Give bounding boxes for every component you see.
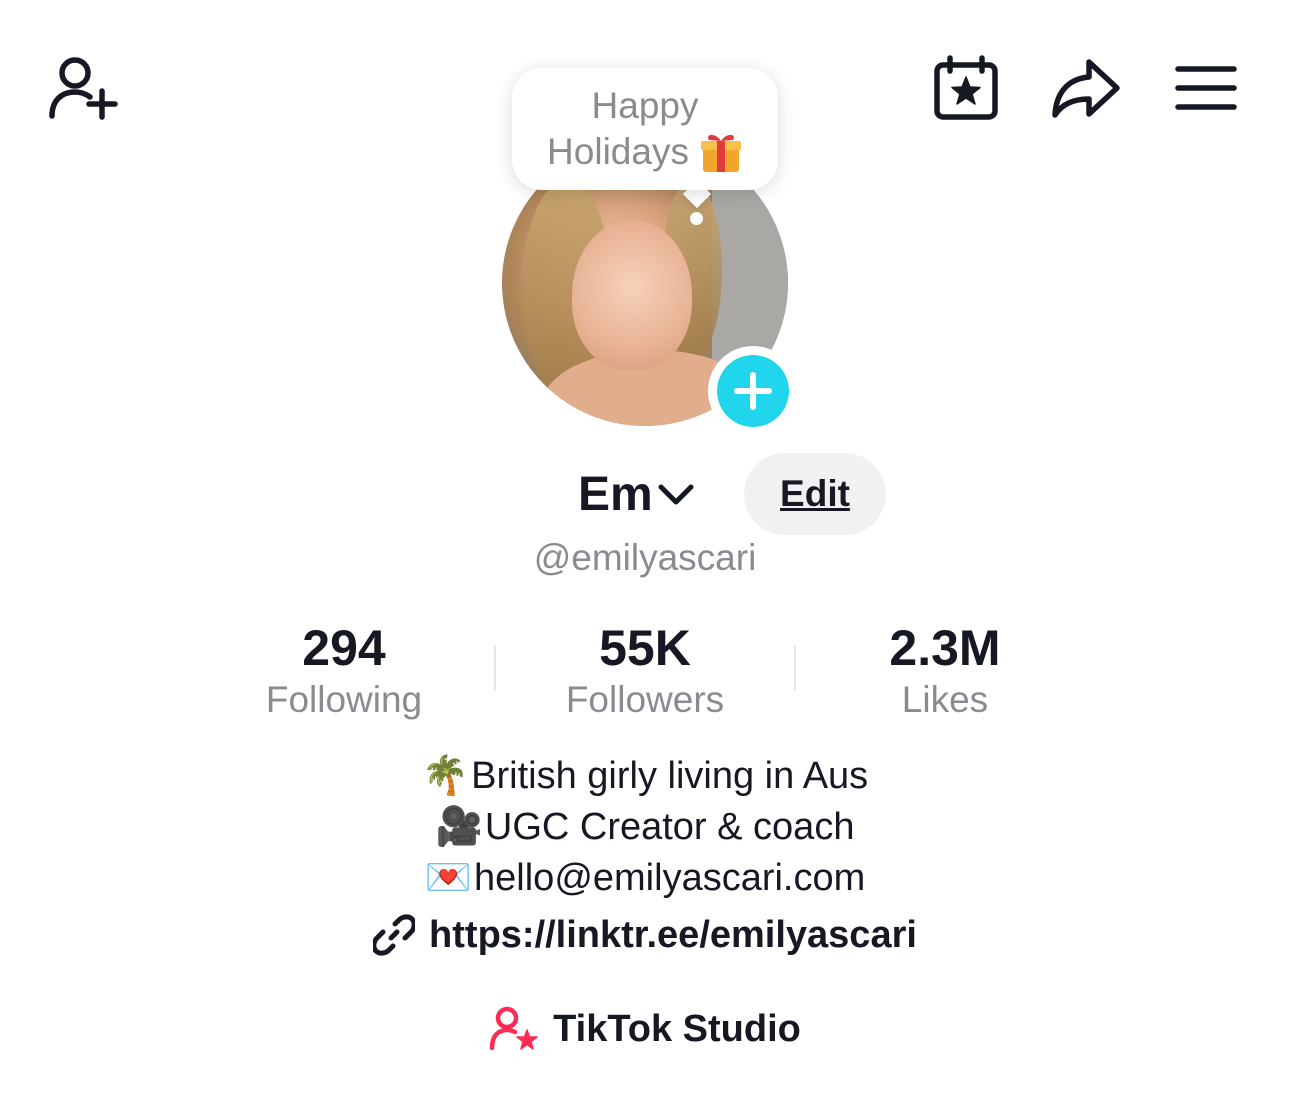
stat-likes[interactable]: 2.3M Likes xyxy=(795,620,1095,722)
edit-profile-button[interactable]: Edit xyxy=(744,453,886,535)
bio-line-3: 💌hello@emilyascari.com xyxy=(0,854,1290,902)
stat-label: Following xyxy=(265,679,423,720)
add-avatar-button[interactable] xyxy=(708,346,798,436)
stat-value: 2.3M xyxy=(889,620,1001,676)
palm-tree-icon: 🌴 xyxy=(421,755,470,797)
stat-value: 55K xyxy=(599,620,691,676)
gift-icon xyxy=(700,134,741,172)
note-bubble-dot xyxy=(690,212,703,225)
chevron-down-icon xyxy=(658,484,694,505)
hamburger-menu-icon xyxy=(1175,66,1237,110)
share-arrow-icon xyxy=(1052,59,1120,118)
link-icon xyxy=(373,914,416,956)
bio-line-1: 🌴British girly living in Aus xyxy=(0,752,1290,800)
bio-text: hello@emilyascari.com xyxy=(474,857,866,899)
note-line-2-text: Holidays xyxy=(547,131,689,172)
plus-icon xyxy=(734,372,772,410)
account-switcher-button[interactable] xyxy=(657,478,695,515)
stat-label: Likes xyxy=(901,679,989,720)
bio-line-2: 🎥UGC Creator & coach xyxy=(0,803,1290,851)
share-button[interactable] xyxy=(1050,56,1122,122)
creator-star-icon xyxy=(489,1006,538,1051)
display-name[interactable]: Em xyxy=(578,468,653,522)
note-line-1: Happy xyxy=(591,85,699,126)
bio-link[interactable]: https://linktr.ee/emilyascari xyxy=(0,910,1290,960)
calendar-star-icon xyxy=(934,55,998,120)
bio-text: UGC Creator & coach xyxy=(484,806,855,848)
tiktok-studio-label: TikTok Studio xyxy=(553,1008,801,1050)
bio-link-text: https://linktr.ee/emilyascari xyxy=(429,914,917,956)
love-letter-icon: 💌 xyxy=(424,857,473,899)
calendar-button[interactable] xyxy=(930,54,1002,122)
note-line-2: Holidays xyxy=(512,130,778,174)
tiktok-studio-button[interactable]: TikTok Studio xyxy=(0,1004,1290,1054)
stat-followers[interactable]: 55K Followers xyxy=(495,620,795,722)
movie-camera-icon: 🎥 xyxy=(435,806,483,848)
bio-text: British girly living in Aus xyxy=(471,755,869,797)
note-bubble[interactable]: Happy Holidays xyxy=(512,68,778,190)
stat-following[interactable]: 294 Following xyxy=(194,620,494,722)
add-friend-button[interactable] xyxy=(46,52,122,122)
stat-label: Followers xyxy=(565,679,725,720)
username: @emilyascari xyxy=(533,537,757,578)
add-user-icon xyxy=(49,57,118,120)
stat-value: 294 xyxy=(302,620,386,676)
menu-button[interactable] xyxy=(1174,62,1238,114)
